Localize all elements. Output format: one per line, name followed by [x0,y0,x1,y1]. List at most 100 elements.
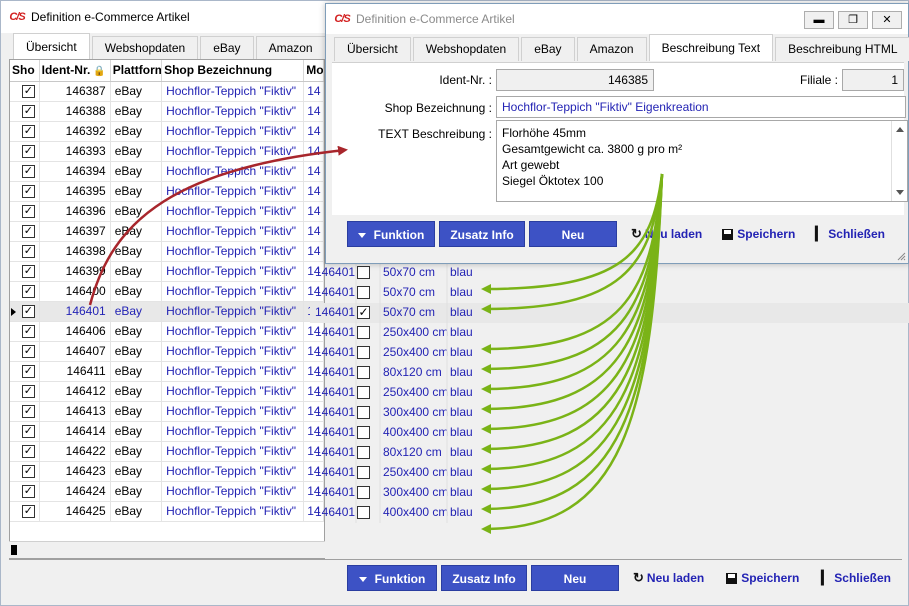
shop-checkbox[interactable]: ✓ [21,285,35,298]
shop-cell[interactable]: ✓ [18,182,40,201]
shop-cell[interactable]: ✓ [18,342,40,361]
table-row[interactable]: ✓ 146407 eBay Hochflor-Teppich "Fiktiv" 14 [10,342,324,362]
minimize-button[interactable]: ▬ [804,11,834,29]
neu-button[interactable]: Neu [531,565,619,591]
shop-checkbox[interactable]: ✓ [21,385,35,398]
table-row[interactable]: ✓ 146406 eBay Hochflor-Teppich "Fiktiv" 14 [10,322,324,342]
shop-checkbox[interactable]: ✓ [21,105,35,118]
row-checkbox[interactable] [357,406,370,419]
shop-checkbox[interactable]: ✓ [21,225,35,238]
row-checkbox[interactable] [357,486,370,499]
tab-uebersicht[interactable]: Übersicht [334,37,411,61]
neu-laden-button[interactable]: ↻ Neu laden [633,570,704,586]
shop-checkbox[interactable]: ✓ [21,125,35,138]
shop-cell[interactable]: ✓ [18,362,40,381]
col-header-shop[interactable]: Sho [10,60,40,81]
table-row[interactable]: ✓ 146414 eBay Hochflor-Teppich "Fiktiv" 14 [10,422,324,442]
shop-checkbox[interactable]: ✓ [21,305,35,318]
shop-cell[interactable]: ✓ [18,422,40,441]
table-row[interactable]: ✓ 146393 eBay Hochflor-Teppich "Fiktiv" 14 [10,142,324,162]
tab-webshopdaten[interactable]: Webshopdaten [91,36,199,60]
shop-checkbox[interactable]: ✓ [21,245,35,258]
table-row-extension[interactable]: 146401 50x70 cm blau [310,283,909,303]
table-row-extension[interactable]: 146401 300x400 cm blau [310,483,909,503]
shop-checkbox[interactable]: ✓ [21,165,35,178]
table-row[interactable]: ✓ 146396 eBay Hochflor-Teppich "Fiktiv" 14 [10,202,324,222]
table-row[interactable]: ✓ 146394 eBay Hochflor-Teppich "Fiktiv" 14 [10,162,324,182]
shop-bezeichnung-field[interactable]: Hochflor-Teppich "Fiktiv" Eigenkreation [496,96,906,118]
table-row[interactable]: ✓146401eBayHochflor-Teppich "Fiktiv"14 [10,302,324,322]
shop-cell[interactable]: ✓ [18,82,40,101]
text-beschreibung-field[interactable]: Florhöhe 45mm Gesamtgewicht ca. 3800 g p… [496,120,908,202]
row-checkbox[interactable] [357,426,370,439]
shop-cell[interactable]: ✓ [18,462,40,481]
row-checkbox[interactable] [357,366,370,379]
zusatz-info-button[interactable]: Zusatz Info [439,221,525,247]
row-checkbox[interactable] [357,446,370,459]
row-checkbox[interactable] [357,466,370,479]
shop-cell[interactable]: ✓ [18,162,40,181]
row-checkbox[interactable]: ✓ [357,306,370,319]
shop-cell[interactable]: ✓ [18,102,40,121]
filiale-field[interactable]: 1 [842,69,904,91]
shop-checkbox[interactable]: ✓ [21,505,35,518]
shop-cell[interactable]: ✓ [18,482,40,501]
ident-field[interactable]: 146385 [496,69,654,91]
col-header-ident[interactable]: Ident-Nr. 🔒 [40,60,111,81]
scroll-left-icon[interactable] [11,545,17,555]
shop-checkbox[interactable]: ✓ [21,425,35,438]
zusatz-info-button[interactable]: Zusatz Info [441,565,527,591]
resize-grip-icon[interactable] [896,251,906,261]
shop-checkbox[interactable]: ✓ [21,85,35,98]
table-row[interactable]: ✓ 146411 eBay Hochflor-Teppich "Fiktiv" 14 [10,362,324,382]
table-row-extension[interactable]: 146401 250x400 cm blau [310,383,909,403]
shop-checkbox[interactable]: ✓ [21,145,35,158]
table-row-extension[interactable]: 146401 250x400 cm blau [310,343,909,363]
tab-beschreibung-html[interactable]: Beschreibung HTML [775,37,909,61]
row-checkbox[interactable] [357,506,370,519]
table-row[interactable]: ✓ 146423 eBay Hochflor-Teppich "Fiktiv" 14 [10,462,324,482]
tab-ebay[interactable]: eBay [521,37,575,61]
tab-amazon[interactable]: Amazon [576,37,647,61]
close-button[interactable]: ✕ [872,11,902,29]
col-header-shop-name[interactable]: Shop Bezeichnung [162,60,305,81]
tab-ebay[interactable]: eBay [200,36,254,60]
shop-checkbox[interactable]: ✓ [21,465,35,478]
shop-checkbox[interactable]: ✓ [21,485,35,498]
table-row[interactable]: ✓ 146395 eBay Hochflor-Teppich "Fiktiv" 14 [10,182,324,202]
tab-beschreibung-text[interactable]: Beschreibung Text [648,34,774,61]
shop-checkbox[interactable]: ✓ [21,345,35,358]
shop-cell[interactable]: ✓ [18,502,40,521]
shop-cell[interactable]: ✓ [18,442,40,461]
scroll-up-icon[interactable] [896,127,904,132]
shop-checkbox[interactable]: ✓ [21,205,35,218]
table-row-extension[interactable]: 146401 50x70 cm blau [310,263,909,283]
neu-laden-button[interactable]: ↻ Neu laden [631,226,702,242]
shop-cell[interactable]: ✓ [18,222,40,241]
row-checkbox[interactable] [357,326,370,339]
tab-amazon[interactable]: Amazon [255,36,326,60]
col-header-platform[interactable]: Plattform [111,60,163,81]
table-row[interactable]: ✓ 146400 eBay Hochflor-Teppich "Fiktiv" 14 [10,282,324,302]
table-row-extension[interactable]: 146401 300x400 cm blau [310,403,909,423]
shop-cell[interactable]: ✓ [18,382,40,401]
funktion-button[interactable]: Funktion [347,221,435,247]
speichern-button[interactable]: Speichern [726,571,799,585]
table-row[interactable]: ✓ 146425 eBay Hochflor-Teppich "Fiktiv" 14 [10,502,324,522]
shop-cell[interactable]: ✓ [18,282,40,301]
table-row-extension[interactable]: 146401 250x400 cm blau [310,323,909,343]
shop-checkbox[interactable]: ✓ [21,265,35,278]
table-row-extension[interactable]: 146401 400x400 cm blau [310,503,909,523]
shop-checkbox[interactable]: ✓ [21,325,35,338]
table-row[interactable]: ✓ 146397 eBay Hochflor-Teppich "Fiktiv" 14 [10,222,324,242]
row-checkbox[interactable] [357,286,370,299]
table-row-extension[interactable]: 146401 ✓ 50x70 cm blau [310,303,909,323]
shop-checkbox[interactable]: ✓ [21,185,35,198]
speichern-button[interactable]: Speichern [722,227,795,241]
table-row-extension[interactable]: 146401 400x400 cm blau [310,423,909,443]
shop-cell[interactable]: ✓ [18,242,40,261]
row-checkbox[interactable] [357,386,370,399]
funktion-button[interactable]: Funktion [347,565,437,591]
table-row[interactable]: ✓ 146398 eBay Hochflor-Teppich "Fiktiv" 14 [10,242,324,262]
memo-scrollbar[interactable] [891,121,907,201]
